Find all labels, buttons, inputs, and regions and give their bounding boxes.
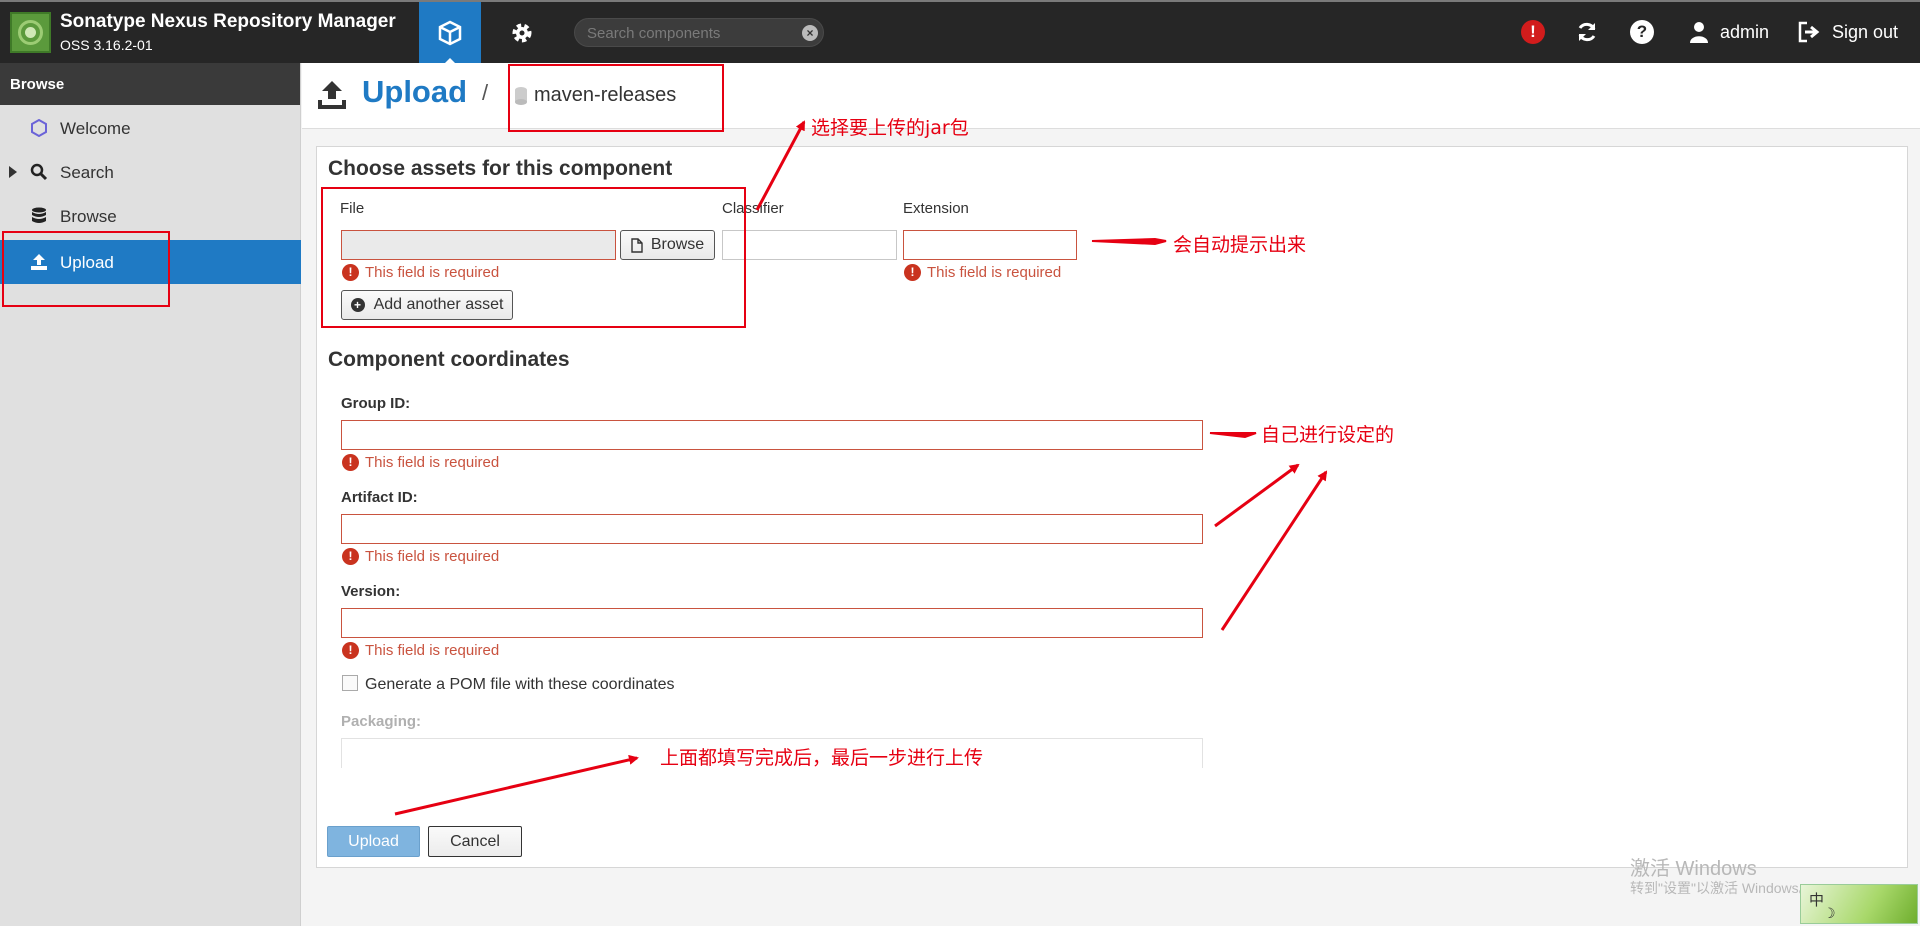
cube-icon	[438, 20, 462, 45]
cancel-button[interactable]: Cancel	[428, 826, 522, 857]
clear-search-icon[interactable]: ×	[802, 25, 818, 41]
version-field[interactable]	[341, 608, 1203, 638]
sign-out-icon[interactable]	[1797, 19, 1823, 45]
version-required-error: ! This field is required	[342, 641, 499, 660]
generate-pom-row[interactable]: Generate a POM file with these coordinat…	[342, 674, 675, 694]
ime-indicator[interactable]: 中 ☽	[1800, 884, 1918, 924]
breadcrumb-separator: /	[482, 80, 489, 105]
sidebar-item-label: Search	[60, 163, 114, 182]
group-id-field[interactable]	[341, 420, 1203, 450]
error-icon: !	[342, 641, 359, 659]
sidebar: Browse Welcome Search Browse Upload	[0, 63, 301, 926]
packaging-label: Packaging:	[341, 713, 422, 730]
generate-pom-label: Generate a POM file with these coordinat…	[365, 676, 675, 693]
extension-required-error: ! This field is required	[904, 263, 1061, 282]
search-input[interactable]	[587, 24, 787, 42]
version-label: Version:	[341, 583, 401, 600]
top-header: Sonatype Nexus Repository Manager OSS 3.…	[0, 0, 1920, 64]
coordinates-section-title: Component coordinates	[328, 348, 570, 371]
sidebar-heading: Browse	[0, 63, 300, 105]
annotation-box-repository	[508, 64, 724, 132]
annotation-auto-hint: 会自动提示出来	[1173, 234, 1307, 256]
artifact-id-required-error: ! This field is required	[342, 547, 499, 566]
extension-column-label: Extension	[903, 200, 969, 217]
app-version: OSS 3.16.2-01	[60, 37, 153, 53]
search-icon	[30, 163, 48, 181]
generate-pom-checkbox[interactable]	[342, 674, 358, 691]
assets-section-title: Choose assets for this component	[328, 157, 673, 180]
sidebar-item-welcome[interactable]: Welcome	[0, 106, 301, 150]
upload-button[interactable]: Upload	[327, 826, 420, 857]
group-id-label: Group ID:	[341, 395, 411, 412]
artifact-id-field[interactable]	[341, 514, 1203, 544]
activation-watermark-title: 激活 Windows	[1630, 858, 1757, 880]
nexus-logo[interactable]	[10, 12, 51, 53]
alert-icon[interactable]: !	[1521, 20, 1545, 44]
classifier-field[interactable]	[722, 230, 897, 260]
admin-mode-button[interactable]	[491, 2, 553, 63]
sidebar-item-label: Welcome	[60, 119, 131, 138]
group-id-required-error: ! This field is required	[342, 453, 499, 472]
extension-field[interactable]	[903, 230, 1077, 260]
error-icon: !	[342, 547, 359, 565]
search-box: ×	[574, 18, 824, 47]
help-icon[interactable]: ?	[1630, 20, 1654, 44]
sidebar-item-label: Browse	[60, 207, 117, 226]
annotation-box-file-chooser	[321, 187, 746, 328]
gear-icon	[512, 23, 532, 42]
page-title[interactable]: Upload	[362, 74, 467, 110]
annotation-final-step: 上面都填写完成后，最后一步进行上传	[660, 747, 984, 769]
annotation-select-jar: 选择要上传的jar包	[811, 117, 969, 139]
artifact-id-label: Artifact ID:	[341, 489, 418, 506]
ime-mode-label: 中	[1809, 891, 1825, 909]
database-icon	[30, 207, 48, 225]
activation-watermark-text: 转到"设置"以激活 Windows。	[1630, 880, 1810, 896]
hexagon-icon	[30, 119, 48, 137]
upload-icon	[318, 81, 346, 109]
annotation-box-upload-menu	[2, 231, 170, 307]
sign-out-link[interactable]: Sign out	[1832, 22, 1898, 43]
refresh-icon[interactable]	[1574, 19, 1600, 45]
browse-mode-button[interactable]	[419, 2, 481, 64]
error-icon: !	[342, 453, 359, 471]
user-icon[interactable]	[1686, 19, 1712, 45]
user-name[interactable]: admin	[1720, 22, 1769, 43]
error-icon: !	[904, 263, 921, 281]
app-title: Sonatype Nexus Repository Manager	[60, 11, 396, 32]
expand-arrow-icon[interactable]	[9, 166, 17, 178]
moon-icon: ☽	[1823, 905, 1836, 921]
sidebar-item-search[interactable]: Search	[0, 150, 301, 194]
annotation-self-set: 自己进行设定的	[1261, 424, 1395, 446]
